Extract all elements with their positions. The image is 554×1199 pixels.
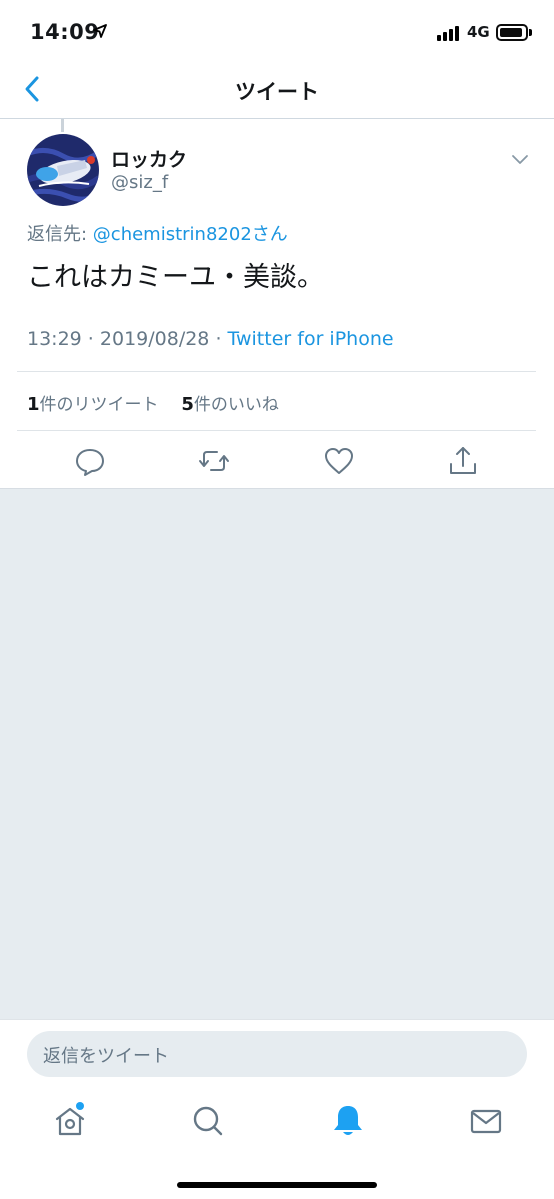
retweet-count: 1 [27, 394, 40, 415]
reply-icon[interactable] [73, 444, 107, 478]
nav-header: ツイート [0, 64, 554, 119]
signal-strength-icon [437, 25, 463, 41]
tweet-source-link[interactable]: Twitter for iPhone [228, 328, 394, 350]
page-title: ツイート [235, 80, 319, 104]
like-count-label: 件のいいね [193, 395, 279, 415]
retweet-count-link[interactable]: 1件のリツイート [27, 394, 159, 415]
meta-separator: · [209, 328, 228, 350]
reply-to-line: 返信先: @chemistrin8202さん [27, 220, 288, 246]
reply-mention-link[interactable]: @chemistrin8202さん [93, 224, 288, 245]
like-count: 5 [181, 394, 194, 415]
reply-input-placeholder: 返信をツイート [43, 1046, 169, 1067]
status-time: 14:09 [30, 20, 100, 44]
like-count-link[interactable]: 5件のいいね [181, 394, 279, 415]
messages-icon[interactable] [466, 1101, 506, 1141]
retweet-count-label: 件のリツイート [39, 395, 159, 415]
chevron-down-icon[interactable] [510, 152, 530, 166]
avatar[interactable] [27, 134, 99, 206]
network-type: 4G [467, 23, 490, 41]
display-name[interactable]: ロッカク [111, 145, 187, 172]
tweet-text: これはカミーユ・美談。 [27, 262, 324, 293]
user-handle[interactable]: @siz_f [111, 172, 168, 193]
reply-composer: 返信をツイート [0, 1019, 554, 1091]
reply-input[interactable]: 返信をツイート [27, 1031, 527, 1077]
tweet-meta: 13:29 · 2019/08/28 · Twitter for iPhone [27, 328, 394, 350]
tweet-action-bar [0, 440, 554, 488]
status-bar: 14:09 4G [0, 0, 554, 64]
reply-to-label: 返信先: [27, 224, 93, 245]
home-indicator [177, 1182, 377, 1188]
divider [17, 371, 536, 372]
divider [17, 430, 536, 431]
notifications-icon[interactable] [328, 1101, 368, 1141]
tweet-date: 2019/08/28 [99, 328, 210, 350]
like-icon[interactable] [322, 444, 356, 478]
thread-connector-line [61, 119, 64, 132]
empty-replies-area [0, 489, 554, 1019]
battery-cap [529, 29, 532, 36]
home-icon[interactable] [50, 1101, 90, 1141]
search-icon[interactable] [188, 1101, 228, 1141]
home-notification-dot [76, 1102, 84, 1110]
location-arrow-icon [93, 24, 107, 38]
retweet-icon[interactable] [197, 444, 231, 478]
battery-icon [496, 24, 528, 41]
share-icon[interactable] [446, 444, 480, 478]
meta-separator: · [81, 328, 100, 350]
tweet-time: 13:29 [27, 328, 82, 350]
tweet-stats: 1件のリツイート 5件のいいね [27, 390, 279, 415]
